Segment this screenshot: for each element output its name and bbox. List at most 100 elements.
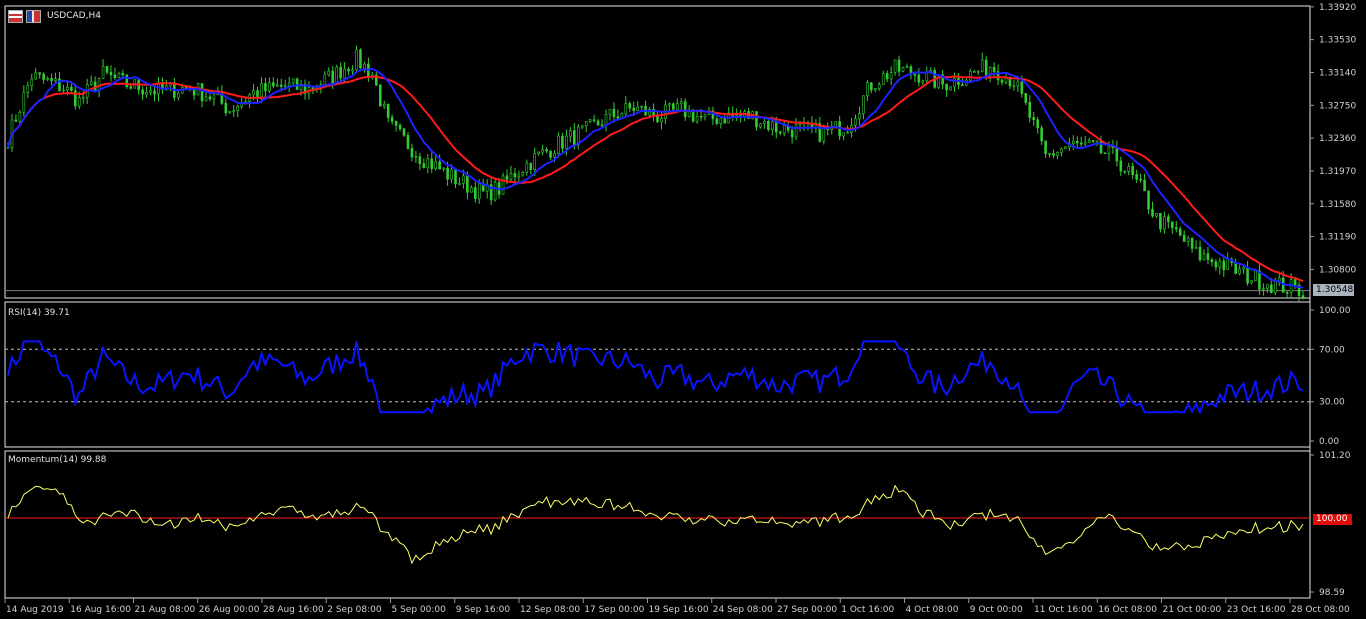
candle-body (81, 96, 85, 99)
rsi-tick-label: 30.00 (1319, 398, 1345, 408)
candle-body (113, 74, 117, 79)
candle-body (755, 111, 758, 128)
candle-body (382, 103, 386, 107)
candle-body (715, 118, 719, 125)
candle-body (561, 135, 564, 149)
candle-body (584, 121, 588, 126)
price-tick-label: 1.31190 (1319, 233, 1356, 243)
candle-body (236, 106, 239, 112)
window-icon (8, 9, 23, 23)
candle-body (212, 94, 216, 100)
candle-body (513, 172, 517, 178)
candle-body (699, 115, 703, 118)
rsi-tick-label: 100.00 (1319, 306, 1351, 316)
candle-body (846, 132, 849, 134)
time-tick-label: 28 Oct 08:00 (1291, 605, 1350, 615)
chart-canvas[interactable]: 1.33920 1.33530 1.33140 1.32750 1.32360 1.319… (0, 0, 1366, 619)
candle-body (771, 121, 774, 130)
candle-body (921, 80, 925, 83)
time-tick-label: 24 Sep 08:00 (713, 605, 773, 615)
candle-body (873, 88, 877, 91)
candle-body (34, 72, 38, 80)
candle-body (50, 78, 53, 81)
candle-body (759, 123, 762, 128)
candle-body (553, 153, 556, 158)
candle-body (121, 72, 125, 76)
candle-body (1151, 208, 1154, 217)
candle-body (893, 59, 897, 73)
candle-body (767, 121, 770, 130)
candle-body (450, 169, 453, 180)
candle-body (410, 147, 414, 158)
candle-body (1234, 262, 1237, 274)
candle-body (359, 49, 362, 69)
rsi-panel-frame (4, 301, 1311, 448)
candle-body (446, 167, 449, 180)
flag-icon (26, 9, 41, 23)
candle-body (355, 49, 358, 70)
time-tick-label: 2 Sep 08:00 (327, 605, 382, 615)
candle-body (89, 81, 93, 85)
candle-body (228, 110, 232, 114)
candle-body (1210, 259, 1214, 263)
candle-body (1163, 216, 1166, 230)
candle-body (640, 105, 643, 108)
candle-body (434, 161, 438, 169)
candle-body (279, 84, 283, 87)
candle-body (1012, 85, 1016, 88)
candle-body (592, 119, 596, 122)
candle-body (1250, 280, 1253, 284)
candle-body (636, 106, 639, 111)
candle-body (1273, 280, 1277, 293)
candle-body (109, 72, 113, 76)
time-tick-label: 28 Aug 16:00 (263, 605, 324, 615)
candle-body (462, 175, 465, 184)
candle-body (275, 84, 279, 87)
candle-body (565, 135, 568, 149)
time-tick-label: 14 Aug 2019 (6, 605, 64, 615)
candle-body (145, 91, 148, 95)
candle-body (1028, 102, 1032, 118)
candle-body (339, 66, 342, 79)
candle-body (509, 172, 513, 180)
candle-body (105, 66, 109, 73)
price-tick-label: 1.33140 (1319, 68, 1356, 78)
candle-body (794, 124, 798, 138)
candle-body (351, 69, 354, 72)
candle-body (414, 156, 418, 158)
candle-body (969, 71, 972, 81)
candle-body (1135, 174, 1138, 180)
candle-body (66, 86, 69, 91)
candle-body (1202, 253, 1206, 261)
candle-body (264, 83, 267, 92)
candle-body (905, 66, 909, 68)
candle-body (1087, 140, 1091, 144)
candle-body (557, 135, 560, 154)
candle-body (1040, 127, 1043, 142)
candle-body (628, 103, 632, 109)
price-tick-label: 1.31580 (1319, 200, 1356, 210)
candle-body (1016, 81, 1020, 87)
chart-title-bar: USDCAD,H4 (8, 9, 101, 23)
candle-body (529, 162, 533, 170)
candle-body (252, 90, 255, 96)
candle-body (117, 72, 121, 79)
candle-body (660, 118, 663, 123)
candle-body (624, 103, 628, 115)
candle-body (386, 103, 390, 118)
candle-body (1036, 119, 1039, 129)
candle-body (782, 125, 786, 134)
candle-body (521, 172, 525, 176)
candle-body (268, 82, 271, 92)
candle-body (1182, 234, 1186, 242)
candle-body (703, 114, 707, 118)
time-tick-label: 16 Oct 08:00 (1098, 605, 1157, 615)
candle-body (363, 63, 366, 69)
candle-body (149, 90, 152, 93)
candle-body (93, 81, 97, 91)
time-tick-label: 23 Oct 16:00 (1227, 605, 1286, 615)
candle-body (870, 82, 873, 91)
candle-body (129, 86, 133, 89)
candle-body (573, 130, 576, 145)
candle-body (854, 118, 857, 126)
